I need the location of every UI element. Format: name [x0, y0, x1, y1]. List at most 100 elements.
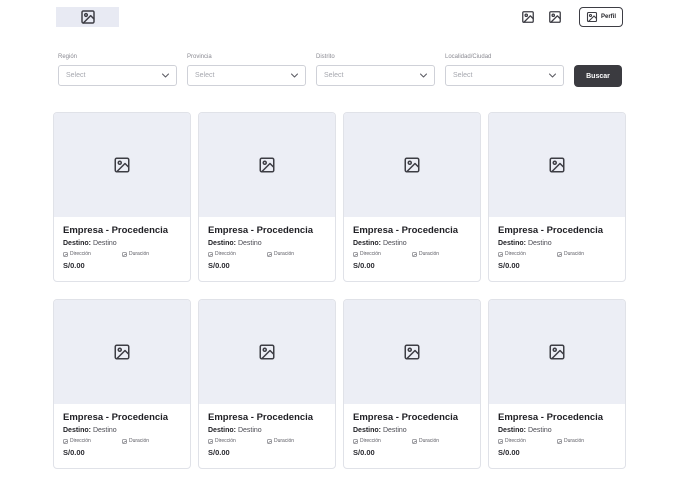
- image-icon: [353, 251, 358, 257]
- card-meta: Dirección Duración: [498, 438, 616, 444]
- destination-label: Destino:: [63, 427, 91, 434]
- duration-label: Duración: [274, 251, 295, 257]
- card-destination: Destino: Destino: [353, 240, 471, 247]
- address-label: Dirección: [505, 251, 526, 257]
- image-icon: [586, 11, 598, 23]
- result-card[interactable]: Empresa - Procedencia Destino: Destino D…: [488, 299, 626, 469]
- image-icon: [80, 10, 95, 24]
- card-destination: Destino: Destino: [498, 427, 616, 434]
- filter-label: Región: [58, 54, 78, 60]
- card-title: Empresa - Procedencia: [353, 412, 459, 423]
- image-icon: [208, 251, 213, 257]
- card-title: Empresa - Procedencia: [208, 225, 314, 236]
- result-card[interactable]: Empresa - Procedencia Destino: Destino D…: [343, 299, 481, 469]
- header-icon-button-2[interactable]: [545, 7, 565, 27]
- destination-label: Destino:: [353, 427, 381, 434]
- image-icon: [114, 157, 130, 173]
- filter-district: Distrito Select: [316, 53, 435, 86]
- card-price: S/0.00: [498, 261, 520, 270]
- card-image-placeholder: [489, 113, 625, 217]
- result-card[interactable]: Empresa - Procedencia Destino: Destino D…: [53, 112, 191, 282]
- filter-province: Provincia Select: [187, 53, 306, 86]
- destination-label: Destino:: [498, 240, 526, 247]
- chevron-down-icon: [548, 73, 557, 78]
- image-icon: [267, 251, 272, 257]
- filter-label: Distrito: [316, 54, 335, 60]
- card-title: Empresa - Procedencia: [353, 225, 459, 236]
- destination-value: Destino: [527, 427, 552, 434]
- select-placeholder: Select: [453, 72, 473, 79]
- destination-label: Destino:: [208, 240, 236, 247]
- profile-button-label: Perfil: [600, 14, 616, 20]
- duration-label: Duración: [274, 438, 295, 444]
- chevron-down-icon: [419, 73, 428, 78]
- duration-label: Duración: [564, 438, 585, 444]
- card-destination: Destino: Destino: [63, 427, 181, 434]
- filter-label: Provincia: [187, 54, 212, 60]
- destination-value: Destino: [237, 240, 262, 247]
- result-card[interactable]: Empresa - Procedencia Destino: Destino D…: [198, 112, 336, 282]
- profile-button[interactable]: Perfil: [579, 7, 623, 27]
- address-label: Dirección: [360, 438, 381, 444]
- card-title: Empresa - Procedencia: [63, 412, 169, 423]
- image-icon: [522, 11, 534, 23]
- result-card[interactable]: Empresa - Procedencia Destino: Destino D…: [198, 299, 336, 469]
- district-select[interactable]: Select: [316, 65, 435, 86]
- destination-value: Destino: [382, 427, 407, 434]
- chevron-down-icon: [161, 73, 170, 78]
- locality-select[interactable]: Select: [445, 65, 564, 86]
- card-meta: Dirección Duración: [63, 251, 181, 257]
- card-meta: Dirección Duración: [63, 438, 181, 444]
- card-meta: Dirección Duración: [353, 251, 471, 257]
- card-image-placeholder: [489, 300, 625, 404]
- result-card[interactable]: Empresa - Procedencia Destino: Destino D…: [343, 112, 481, 282]
- image-icon: [412, 438, 417, 444]
- card-image-placeholder: [344, 113, 480, 217]
- card-price: S/0.00: [353, 448, 375, 457]
- destination-label: Destino:: [63, 240, 91, 247]
- image-icon: [498, 438, 503, 444]
- card-destination: Destino: Destino: [353, 427, 471, 434]
- address-label: Dirección: [505, 438, 526, 444]
- duration-label: Duración: [564, 251, 585, 257]
- card-image-placeholder: [344, 300, 480, 404]
- destination-value: Destino: [92, 240, 117, 247]
- card-title: Empresa - Procedencia: [498, 225, 604, 236]
- chevron-down-icon: [290, 73, 299, 78]
- image-icon: [259, 344, 275, 360]
- card-title: Empresa - Procedencia: [63, 225, 169, 236]
- image-icon: [549, 157, 565, 173]
- filter-bar: Región Select Provincia Select Distrito …: [58, 53, 622, 88]
- duration-label: Duración: [419, 438, 440, 444]
- search-button[interactable]: Buscar: [574, 65, 622, 87]
- result-card[interactable]: Empresa - Procedencia Destino: Destino D…: [53, 299, 191, 469]
- destination-label: Destino:: [498, 427, 526, 434]
- image-icon: [122, 251, 127, 257]
- destination-label: Destino:: [208, 427, 236, 434]
- image-icon: [557, 251, 562, 257]
- region-select[interactable]: Select: [58, 65, 177, 86]
- card-image-placeholder: [54, 113, 190, 217]
- logo[interactable]: [56, 7, 119, 27]
- image-icon: [549, 11, 561, 23]
- province-select[interactable]: Select: [187, 65, 306, 86]
- card-destination: Destino: Destino: [63, 240, 181, 247]
- destination-value: Destino: [527, 240, 552, 247]
- card-meta: Dirección Duración: [498, 251, 616, 257]
- image-icon: [63, 438, 68, 444]
- header-icon-button-1[interactable]: [518, 7, 538, 27]
- address-label: Dirección: [70, 438, 91, 444]
- image-icon: [114, 344, 130, 360]
- address-label: Dirección: [215, 438, 236, 444]
- destination-value: Destino: [92, 427, 117, 434]
- duration-label: Duración: [129, 251, 150, 257]
- image-icon: [404, 157, 420, 173]
- header-actions: Perfil: [518, 7, 623, 27]
- card-price: S/0.00: [353, 261, 375, 270]
- image-icon: [353, 438, 358, 444]
- result-card[interactable]: Empresa - Procedencia Destino: Destino D…: [488, 112, 626, 282]
- filter-locality: Localidad/Ciudad Select: [445, 53, 564, 86]
- card-meta: Dirección Duración: [208, 438, 326, 444]
- card-price: S/0.00: [208, 448, 230, 457]
- card-price: S/0.00: [208, 261, 230, 270]
